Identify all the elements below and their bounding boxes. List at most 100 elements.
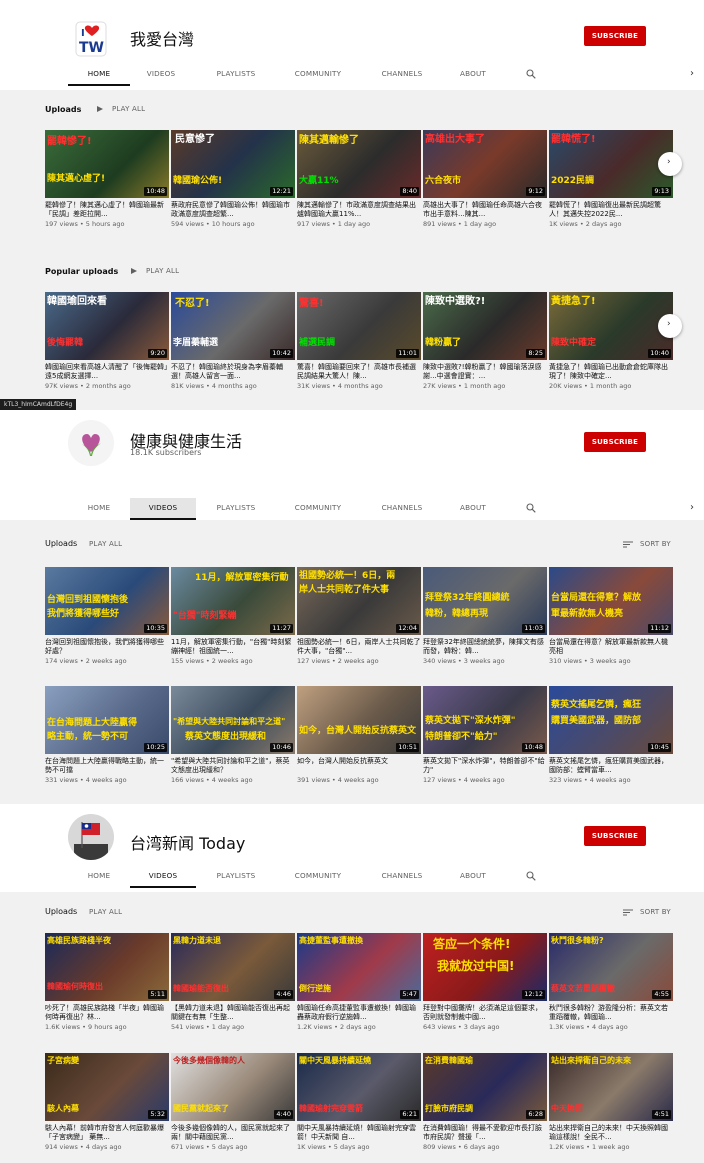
video-thumbnail[interactable]: 在台海問題上大陸贏得 略主動，統一勢不可 10:25	[45, 686, 169, 754]
video-thumbnail[interactable]: 11月，解放軍密集行動 "台獨"時刻緊繃 11:27	[171, 567, 295, 635]
video-title[interactable]: 關中天風暴持續延燒！韓國瑜射完穿雲箭！中天新聞 自...	[297, 1124, 421, 1142]
video-title[interactable]: 陳致中選敗?!韓粉贏了！韓國瑜落淚感謝...中選會證實：...	[423, 363, 547, 381]
video-thumbnail[interactable]: 台當局還在得意？解放 軍最新款無人機亮 11:12	[549, 567, 673, 635]
video-thumbnail[interactable]: 驚喜! 補選民調 11:01	[297, 292, 421, 360]
video-thumbnail[interactable]: 韓國瑜回來看 後悔罷韓 9:20	[45, 292, 169, 360]
video-title[interactable]: 拜登祭32年終圓總統統夢，陳揮文有感而發，韓粉：韓...	[423, 638, 547, 656]
video-title[interactable]: 秋鬥很多韓粉？游盈隆分析：蔡英文若重蹈覆轍，韓國瑜...	[549, 1004, 673, 1022]
video-title[interactable]: 吵死了！高雄民族路棧「半夜」韓國瑜何時再復出？林...	[45, 1004, 169, 1022]
video-thumbnail[interactable]: 罷韓慘了! 陳其邁心虛了! 10:48	[45, 130, 169, 198]
video-title[interactable]: 驚喜！韓國瑜要回來了！高雄市長補選民調結果大驚人！陳...	[297, 363, 421, 381]
video-title[interactable]: 韓國瑜回來看高雄人清醒了「後悔罷韓」遠5成網友選擇...	[45, 363, 169, 381]
play-icon[interactable]	[97, 106, 103, 112]
video-title[interactable]: 11月，解放軍密集行動，"台獨"時刻緊繃神經！祖國統一...	[171, 638, 295, 656]
search-icon[interactable]	[526, 503, 536, 513]
play-all-button[interactable]: PLAY ALL	[89, 908, 122, 916]
carousel-next-button[interactable]: ›	[658, 314, 682, 338]
video-title[interactable]: 在消費韓國瑜！得最不愛歡迎市長打臉市府民調？聲援「...	[423, 1124, 547, 1142]
tab-videos[interactable]: VIDEOS	[130, 866, 196, 888]
search-icon[interactable]	[526, 871, 536, 881]
play-all-button[interactable]: PLAY ALL	[112, 105, 145, 113]
video-title[interactable]: 站出來捍衛自己的未來！中天換照韓國瑜這樣說！全民不...	[549, 1124, 673, 1142]
video-thumbnail[interactable]: 拜登祭32年終圓總統 韓粉，韓總再現 11:03	[423, 567, 547, 635]
tab-playlists[interactable]: PLAYLISTS	[202, 64, 270, 86]
play-icon[interactable]	[131, 268, 137, 274]
tab-home[interactable]: HOME	[68, 866, 130, 888]
tab-channels[interactable]: CHANNELS	[368, 498, 436, 520]
tab-playlists[interactable]: PLAYLISTS	[202, 498, 270, 520]
tab-about[interactable]: ABOUT	[444, 498, 502, 520]
video-thumbnail[interactable]: "希望與大陸共同討論和平之道" 蔡英文態度出現緩和 10:46	[171, 686, 295, 754]
play-all-button[interactable]: PLAY ALL	[89, 540, 122, 548]
subscribe-button[interactable]: SUBSCRIBE	[584, 432, 646, 452]
tab-community[interactable]: COMMUNITY	[284, 64, 352, 86]
video-thumbnail[interactable]: 罷韓慌了! 2022民調 9:13	[549, 130, 673, 198]
carousel-next-button[interactable]: ›	[658, 152, 682, 176]
video-title[interactable]: "希望與大陸共同討論和平之道"，蔡英文態度出現緩和？	[171, 757, 295, 775]
video-thumbnail[interactable]: 陳致中選敗?! 韓粉贏了 8:25	[423, 292, 547, 360]
channel-avatar[interactable]	[68, 814, 114, 860]
video-title[interactable]: 不忍了！韓國瑜終於現身為李眉蓁輔選！高雄人留言一面...	[171, 363, 295, 381]
video-thumbnail[interactable]: 黑韓力道未退 韓國瑜能否復出 4:46	[171, 933, 295, 1001]
sort-icon[interactable]	[623, 541, 633, 548]
video-thumbnail[interactable]: 蔡英文搖尾乞憐，瘋狂 購買美國武器，國防部 10:45	[549, 686, 673, 754]
video-thumbnail[interactable]: 蔡英文拋下"深水炸彈" 特朗普卻不"給力" 10:48	[423, 686, 547, 754]
tab-home[interactable]: HOME	[68, 64, 130, 86]
tab-about[interactable]: ABOUT	[444, 866, 502, 888]
video-title[interactable]: 陳其邁輸慘了！市政滿意度調查結果出爐韓國瑜大贏11%...	[297, 201, 421, 219]
chevron-right-icon[interactable]: ›	[690, 502, 694, 513]
video-thumbnail[interactable]: 答应一个条件! 我就放过中国! 12:12	[423, 933, 547, 1001]
video-thumbnail[interactable]: 高捷董監事遭撤換 倒行逆施 5:47	[297, 933, 421, 1001]
channel-avatar[interactable]	[68, 420, 114, 466]
video-title[interactable]: 蔡政府民意慘了韓國瑜公佈！韓國瑜市政滿意度調查超繁...	[171, 201, 295, 219]
tab-community[interactable]: COMMUNITY	[284, 866, 352, 888]
search-icon[interactable]	[526, 69, 536, 79]
channel-avatar[interactable]: I TW	[68, 16, 114, 62]
video-title[interactable]: 今後多幾個像韓的人，國民黨就起來了兩！關中藉國民黨...	[171, 1124, 295, 1142]
video-thumbnail[interactable]: 高雄出大事了 六合夜市 9:12	[423, 130, 547, 198]
video-title[interactable]: 如今，台灣人開始反抗蔡英文	[297, 757, 421, 775]
play-all-button[interactable]: PLAY ALL	[146, 267, 179, 275]
tab-videos[interactable]: VIDEOS	[130, 64, 192, 86]
video-thumbnail[interactable]: 站出來捍衛自己的未來 中天換照 4:51	[549, 1053, 673, 1121]
video-thumbnail[interactable]: 黃捷急了! 陳致中確定 10:40	[549, 292, 673, 360]
tab-about[interactable]: ABOUT	[444, 64, 502, 86]
subscribe-button[interactable]: SUBSCRIBE	[584, 826, 646, 846]
video-title[interactable]: 蔡英文拋下"深水炸彈"，特朗普卻不"給力"	[423, 757, 547, 775]
video-thumbnail[interactable]: 台灣回到祖國懷抱後 我們將獲得哪些好 10:35	[45, 567, 169, 635]
video-title[interactable]: 台灣回到祖國懷抱後，我們將獲得哪些好處？	[45, 638, 169, 656]
tab-home[interactable]: HOME	[68, 498, 130, 520]
tab-channels[interactable]: CHANNELS	[368, 866, 436, 888]
video-title[interactable]: 罷韓慌了！韓國瑜復出最新民調超驚人！其邁失控2022民...	[549, 201, 673, 219]
video-thumbnail[interactable]: 關中天風暴持續延燒 韓國瑜射完穿雲箭 6:21	[297, 1053, 421, 1121]
video-thumbnail[interactable]: 祖國勢必統一！6日，兩 岸人士共同乾了件大事 12:04	[297, 567, 421, 635]
sort-by-button[interactable]: SORT BY	[640, 908, 671, 916]
tab-channels[interactable]: CHANNELS	[368, 64, 436, 86]
video-title[interactable]: 黃捷急了！韓國瑜已出動倉倉蛇庫隊出現了！陳致中確定...	[549, 363, 673, 381]
video-thumbnail[interactable]: 高雄民族路棧半夜 韓國瑜何時復出 5:11	[45, 933, 169, 1001]
chevron-right-icon[interactable]: ›	[690, 68, 694, 79]
video-title[interactable]: 蔡英文搖尾乞憐，瘋狂購買美國武器，國防部：螳臂當車...	[549, 757, 673, 775]
video-thumbnail[interactable]: 在消費韓國瑜 打臉市府民調 6:28	[423, 1053, 547, 1121]
video-thumbnail[interactable]: 陳其邁輸慘了 大贏11% 8:40	[297, 130, 421, 198]
video-title[interactable]: 高雄出大事了！韓國瑜任命高雄六合夜市出手意料...陳其...	[423, 201, 547, 219]
video-thumbnail[interactable]: 子宮病變 駭人內幕 5:32	[45, 1053, 169, 1121]
video-title[interactable]: 拜登對中國攤牌！必須滿足這個要求，否則就發制裁中國...	[423, 1004, 547, 1022]
video-thumbnail[interactable]: 今後多幾個像韓的人 國民黨就起來了 4:40	[171, 1053, 295, 1121]
video-title[interactable]: 祖國勢必統一！6日，兩岸人士共同乾了件大事，"台獨"...	[297, 638, 421, 656]
video-title[interactable]: 【黑韓力道未退】韓國瑜能否復出再起 關鍵在有無「生整...	[171, 1004, 295, 1022]
video-thumbnail[interactable]: 如今，台灣人開始反抗蔡英文 10:51	[297, 686, 421, 754]
tab-community[interactable]: COMMUNITY	[284, 498, 352, 520]
video-title[interactable]: 罷韓慘了！陳其邁心虛了！韓國瑜最新「民調」差距拉開...	[45, 201, 169, 219]
subscribe-button[interactable]: SUBSCRIBE	[584, 26, 646, 46]
sort-icon[interactable]	[623, 909, 633, 916]
video-thumbnail[interactable]: 民意慘了 韓國瑜公佈! 12:21	[171, 130, 295, 198]
video-title[interactable]: 台當局還在得意？解放軍最新款無人機亮相	[549, 638, 673, 656]
tab-playlists[interactable]: PLAYLISTS	[202, 866, 270, 888]
sort-by-button[interactable]: SORT BY	[640, 540, 671, 548]
video-title[interactable]: 韓國瑜任命高捷董監事遭撤換！韓國瑜轟蔡政府假行逆施韓...	[297, 1004, 421, 1022]
video-thumbnail[interactable]: 秋鬥很多韓粉? 蔡英文若重蹈覆轍 4:55	[549, 933, 673, 1001]
video-thumbnail[interactable]: 不忍了! 李眉蓁輔選 10:42	[171, 292, 295, 360]
video-title[interactable]: 駭人內幕！前韓市府發言人何庭歡暴爆「子宮病變」 藥無...	[45, 1124, 169, 1142]
tab-videos[interactable]: VIDEOS	[130, 498, 196, 520]
